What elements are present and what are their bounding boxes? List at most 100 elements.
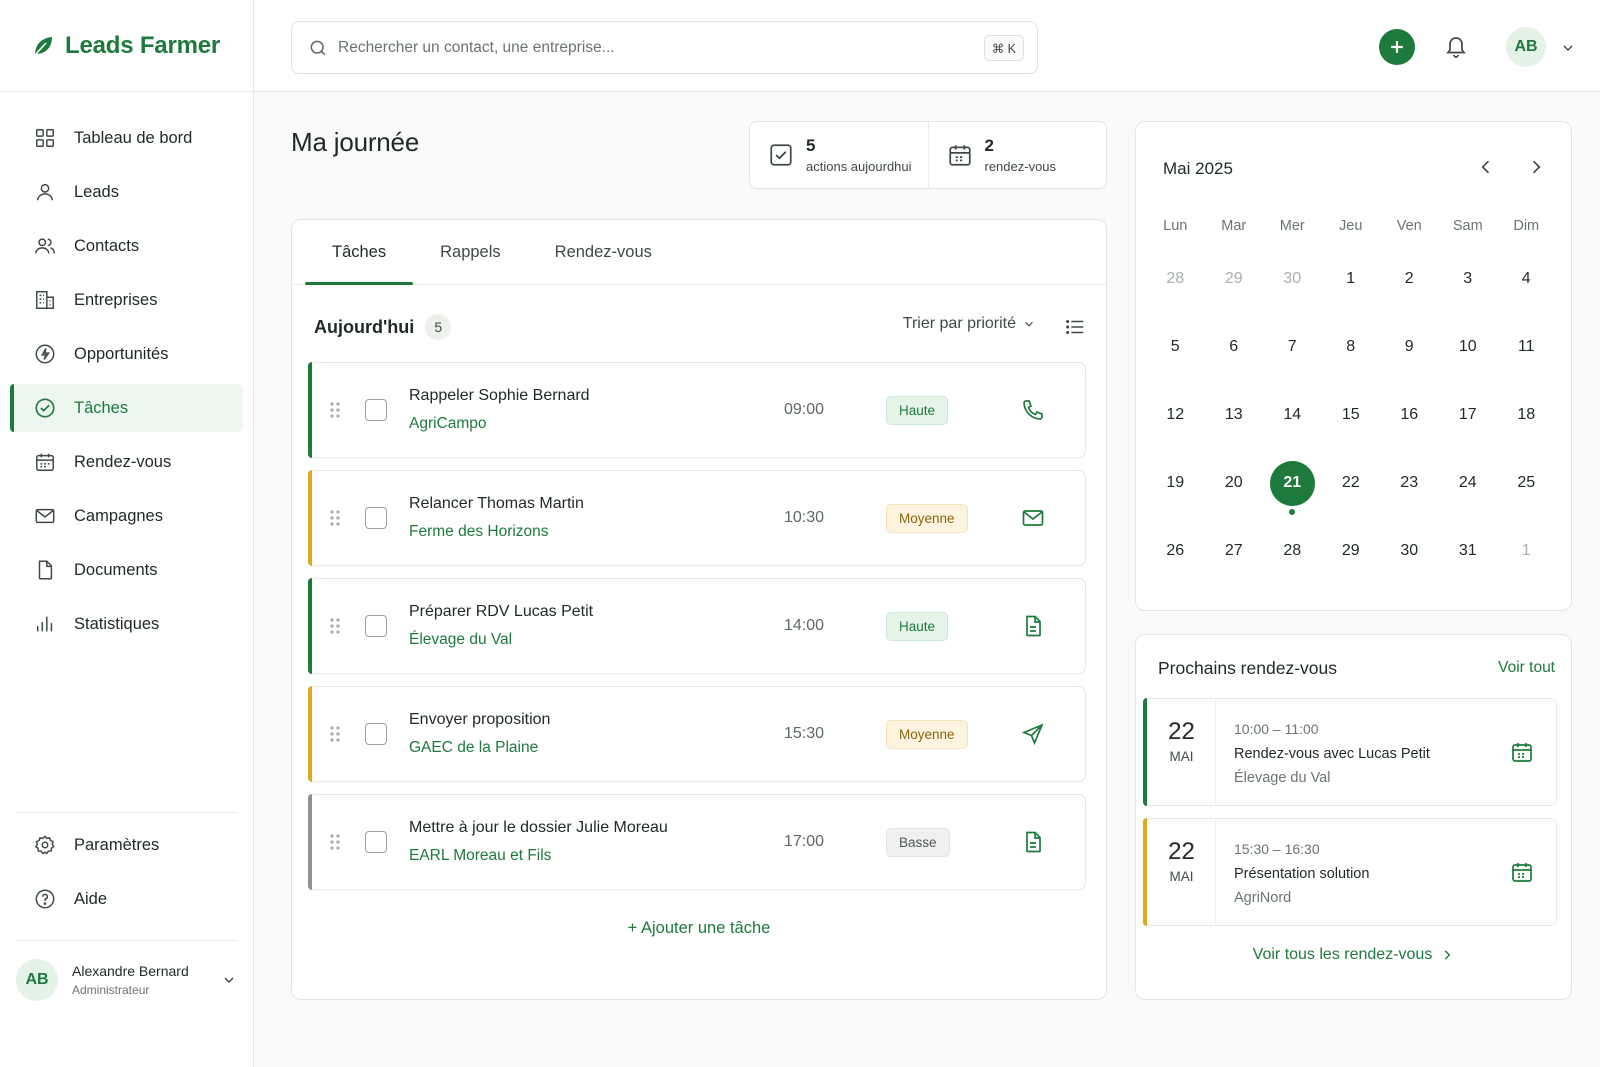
- calendar-day[interactable]: 13: [1205, 381, 1264, 449]
- calendar-day[interactable]: 15: [1322, 381, 1381, 449]
- calendar-day[interactable]: 18: [1497, 381, 1556, 449]
- task-company-link[interactable]: Ferme des Horizons: [409, 523, 549, 541]
- leaf-logo-icon: [31, 34, 55, 58]
- calendar-day[interactable]: 16: [1380, 381, 1439, 449]
- calendar-day[interactable]: 29: [1205, 245, 1264, 313]
- task-checkbox[interactable]: [365, 507, 387, 529]
- calendar-day[interactable]: 12: [1146, 381, 1205, 449]
- calendar-day[interactable]: 14: [1263, 381, 1322, 449]
- task-row[interactable]: Envoyer proposition GAEC de la Plaine 15…: [308, 686, 1086, 782]
- calendar-day[interactable]: 20: [1205, 449, 1264, 517]
- calendar-day[interactable]: 8: [1322, 313, 1381, 381]
- calendar-day[interactable]: 2: [1380, 245, 1439, 313]
- calendar-day[interactable]: 4: [1497, 245, 1556, 313]
- calendar-day[interactable]: 28: [1263, 517, 1322, 585]
- calendar-icon[interactable]: [1510, 860, 1534, 884]
- calendar-day[interactable]: 30: [1263, 245, 1322, 313]
- brand[interactable]: Leads Farmer: [0, 0, 253, 92]
- nav-item-statistics[interactable]: Statistiques: [10, 600, 243, 648]
- chevron-right-icon[interactable]: [1526, 157, 1546, 177]
- phone-icon[interactable]: [1021, 398, 1045, 422]
- calendar-day[interactable]: 28: [1146, 245, 1205, 313]
- task-row[interactable]: Mettre à jour le dossier Julie Moreau EA…: [308, 794, 1086, 890]
- chevron-down-icon[interactable]: [1560, 40, 1576, 56]
- task-company-link[interactable]: EARL Moreau et Fils: [409, 847, 551, 865]
- nav-item-opportunities[interactable]: Opportunités: [10, 330, 243, 378]
- calendar-day[interactable]: 5: [1146, 313, 1205, 381]
- weekday-row: Lun Mar Mer Jeu Ven Sam Dim: [1146, 202, 1556, 245]
- search-box[interactable]: ⌘ K: [291, 21, 1038, 74]
- task-company-link[interactable]: AgriCampo: [409, 415, 487, 433]
- sort-dropdown[interactable]: Trier par priorité: [903, 315, 1036, 333]
- send-icon[interactable]: [1021, 722, 1045, 746]
- calendar-day[interactable]: 3: [1439, 245, 1498, 313]
- list-view-button[interactable]: [1064, 316, 1086, 338]
- notifications-button[interactable]: [1444, 33, 1468, 59]
- weekday-label: Lun: [1163, 218, 1188, 234]
- calendar-day[interactable]: 22: [1322, 449, 1381, 517]
- task-checkbox[interactable]: [365, 399, 387, 421]
- tab-reminders[interactable]: Rappels: [413, 220, 528, 284]
- add-button[interactable]: [1379, 29, 1415, 65]
- tab-appointments[interactable]: Rendez-vous: [528, 220, 679, 284]
- calendar-day[interactable]: 25: [1497, 449, 1556, 517]
- avatar[interactable]: AB: [1506, 27, 1546, 67]
- drag-handle-icon[interactable]: [329, 401, 341, 419]
- nav-item-contacts[interactable]: Contacts: [10, 222, 243, 270]
- appointment-item[interactable]: 22 MAI 15:30 – 16:30 Présentation soluti…: [1143, 818, 1557, 926]
- calendar-day[interactable]: 6: [1205, 313, 1264, 381]
- drag-handle-icon[interactable]: [329, 617, 341, 635]
- nav-item-appointments[interactable]: Rendez-vous: [10, 438, 243, 486]
- tab-tasks[interactable]: Tâches: [305, 220, 414, 285]
- page-title: Ma journée: [291, 127, 420, 157]
- see-all-link[interactable]: Voir tout: [1498, 659, 1555, 677]
- file-icon[interactable]: [1021, 614, 1045, 638]
- task-row[interactable]: Rappeler Sophie Bernard AgriCampo 09:00 …: [308, 362, 1086, 458]
- task-checkbox[interactable]: [365, 615, 387, 637]
- task-checkbox[interactable]: [365, 723, 387, 745]
- calendar-day[interactable]: 10: [1439, 313, 1498, 381]
- calendar-day[interactable]: 17: [1439, 381, 1498, 449]
- task-row[interactable]: Relancer Thomas Martin Ferme des Horizon…: [308, 470, 1086, 566]
- calendar-icon[interactable]: [1510, 740, 1534, 764]
- nav-item-documents[interactable]: Documents: [10, 546, 243, 594]
- appointment-item[interactable]: 22 MAI 10:00 – 11:00 Rendez-vous avec Lu…: [1143, 698, 1557, 806]
- calendar-day[interactable]: 31: [1439, 517, 1498, 585]
- calendar-day[interactable]: 19: [1146, 449, 1205, 517]
- task-row[interactable]: Préparer RDV Lucas Petit Élevage du Val …: [308, 578, 1086, 674]
- all-appointments-link[interactable]: Voir tous les rendez-vous: [1136, 946, 1571, 964]
- chevron-down-icon[interactable]: [221, 972, 237, 988]
- calendar-day[interactable]: 27: [1205, 517, 1264, 585]
- calendar-day[interactable]: 24: [1439, 449, 1498, 517]
- nav-item-dashboard[interactable]: Tableau de bord: [10, 114, 243, 162]
- mail-icon[interactable]: [1021, 506, 1045, 530]
- drag-handle-icon[interactable]: [329, 833, 341, 851]
- search-input[interactable]: [338, 38, 958, 57]
- task-time: 15:30: [784, 725, 825, 742]
- calendar-day[interactable]: 23: [1380, 449, 1439, 517]
- drag-handle-icon[interactable]: [329, 509, 341, 527]
- calendar-day[interactable]: 7: [1263, 313, 1322, 381]
- calendar-day[interactable]: 1: [1322, 245, 1381, 313]
- task-checkbox[interactable]: [365, 831, 387, 853]
- calendar-day[interactable]: 11: [1497, 313, 1556, 381]
- chevron-left-icon[interactable]: [1476, 157, 1496, 177]
- calendar-day[interactable]: 9: [1380, 313, 1439, 381]
- calendar-day[interactable]: 30: [1380, 517, 1439, 585]
- nav-item-settings[interactable]: Paramètres: [10, 821, 243, 869]
- task-company-link[interactable]: Élevage du Val: [409, 631, 512, 649]
- nav-item-companies[interactable]: Entreprises: [10, 276, 243, 324]
- add-task-button[interactable]: + Ajouter une tâche: [292, 919, 1106, 938]
- calendar-day-today[interactable]: 21: [1263, 449, 1322, 517]
- user-menu[interactable]: AB Alexandre Bernard Administrateur: [16, 940, 237, 1001]
- nav-item-campaigns[interactable]: Campagnes: [10, 492, 243, 540]
- nav-item-leads[interactable]: Leads: [10, 168, 243, 216]
- nav-item-tasks[interactable]: Tâches: [10, 384, 243, 432]
- nav-item-help[interactable]: Aide: [10, 875, 243, 923]
- calendar-day[interactable]: 26: [1146, 517, 1205, 585]
- calendar-day[interactable]: 29: [1322, 517, 1381, 585]
- file-icon[interactable]: [1021, 830, 1045, 854]
- drag-handle-icon[interactable]: [329, 725, 341, 743]
- task-company-link[interactable]: GAEC de la Plaine: [409, 739, 538, 757]
- calendar-day[interactable]: 1: [1497, 517, 1556, 585]
